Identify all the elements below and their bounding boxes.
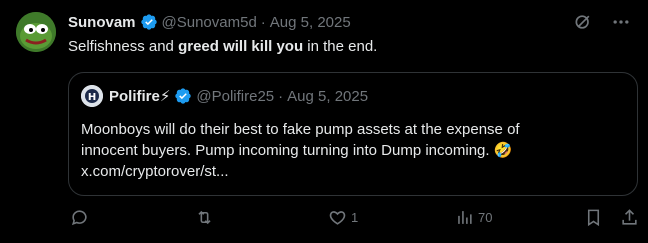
tweet-text: Selfishness and greed will kill you in t… (68, 37, 377, 57)
quote-separator-dot: · (278, 87, 284, 105)
action-bar: 1 70 (68, 208, 638, 230)
views-icon (455, 208, 474, 227)
like-icon (328, 208, 347, 227)
tweet-date[interactable]: Aug 5, 2025 (270, 14, 351, 31)
quote-author-handle[interactable]: @Polifire25 (196, 88, 274, 105)
share-icon (620, 208, 639, 227)
quote-text-line1: Moonboys will do their best to fake pump… (81, 121, 520, 138)
top-actions (572, 11, 632, 33)
quote-link[interactable]: x.com/cryptorover/st... (81, 161, 621, 182)
author-avatar[interactable] (16, 12, 56, 52)
share-button[interactable] (620, 208, 639, 227)
quote-author-name[interactable]: Polifire⚡ (109, 87, 170, 105)
verified-badge-icon (140, 13, 158, 31)
more-icon[interactable] (610, 11, 632, 33)
reply-icon (70, 208, 89, 227)
tweet-text-part2: in the end. (303, 38, 378, 55)
quote-text: Moonboys will do their best to fake pump… (81, 119, 621, 182)
separator-dot: · (260, 13, 266, 31)
bookmark-button[interactable] (584, 208, 603, 227)
author-name[interactable]: Sunovam (68, 14, 136, 31)
quote-date[interactable]: Aug 5, 2025 (287, 88, 368, 105)
quote-avatar[interactable]: H (81, 85, 103, 107)
quote-text-line2: innocent buyers. Pump incoming turning i… (81, 142, 513, 159)
reply-button[interactable] (70, 208, 93, 227)
tweet-text-part1: Selfishness and (68, 38, 179, 55)
views-count: 70 (478, 210, 493, 225)
quote-verified-badge-icon (174, 87, 192, 105)
repost-icon (195, 208, 214, 227)
author-handle[interactable]: @Sunovam5d (162, 14, 257, 31)
like-button[interactable]: 1 (328, 208, 358, 227)
grok-icon[interactable] (572, 11, 594, 33)
bookmark-icon (584, 208, 603, 227)
tweet-text-bold: greed will kill you (178, 38, 304, 55)
like-count: 1 (351, 210, 359, 225)
tweet-header: Sunovam @Sunovam5d · Aug 5, 2025 (68, 11, 351, 33)
svg-text:H: H (88, 92, 96, 103)
views-button[interactable]: 70 (455, 208, 492, 227)
repost-button[interactable] (195, 208, 218, 227)
quoted-tweet[interactable]: H Polifire⚡ @Polifire25 · Aug 5, 2025 Mo… (68, 72, 638, 196)
quote-header: H Polifire⚡ @Polifire25 · Aug 5, 2025 (81, 85, 368, 107)
